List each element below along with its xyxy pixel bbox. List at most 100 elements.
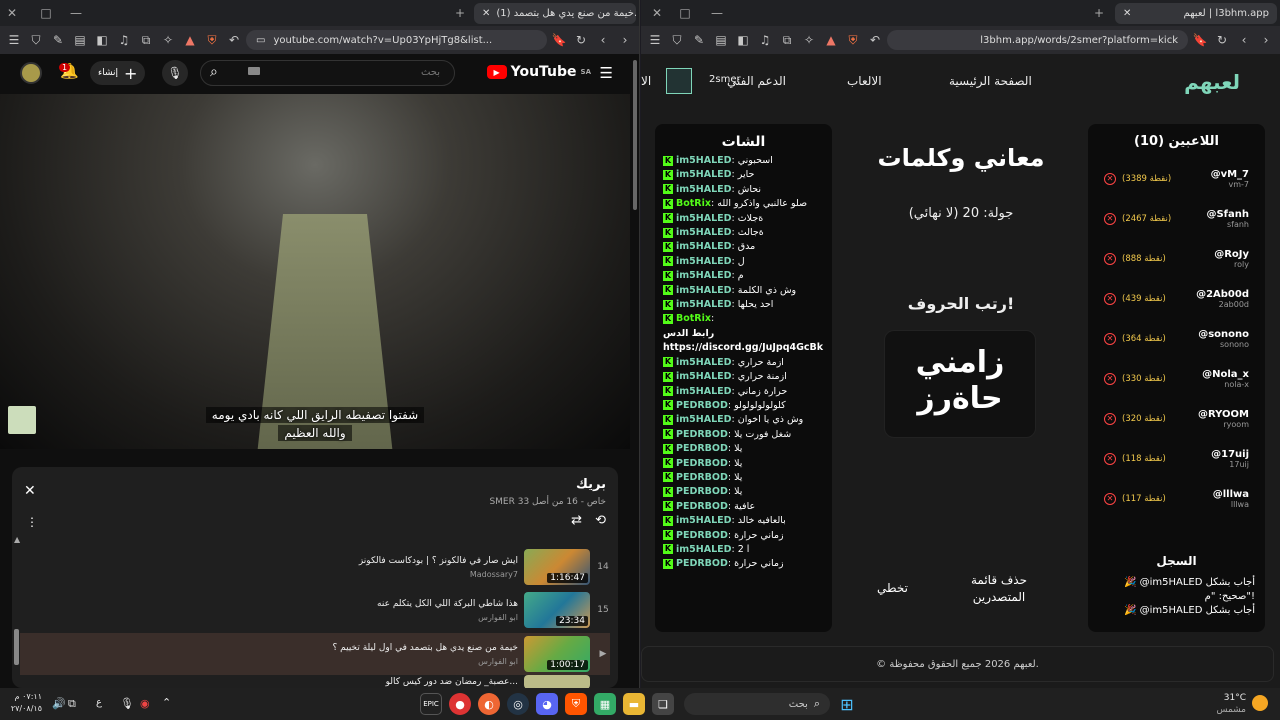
close-window-icon[interactable]: ✕ bbox=[645, 6, 669, 20]
shield-icon[interactable]: ⛉ bbox=[667, 30, 687, 50]
brave-shield-icon[interactable]: ⛨ bbox=[202, 30, 222, 50]
remove-player-icon[interactable]: ✕ bbox=[1104, 493, 1116, 505]
remove-player-icon[interactable]: ✕ bbox=[1104, 173, 1116, 185]
chat-username[interactable]: PEDRBOD bbox=[676, 458, 728, 469]
reader-icon[interactable]: ▤ bbox=[711, 30, 731, 50]
create-button[interactable]: إنشاء + bbox=[90, 61, 146, 85]
bookmark-icon[interactable]: 🔖 bbox=[1190, 30, 1210, 50]
sidebar-icon[interactable]: ◧ bbox=[92, 30, 112, 50]
weather-widget[interactable]: 31°C مشمس bbox=[1212, 692, 1246, 716]
chat-username[interactable]: im5HALED bbox=[676, 213, 732, 224]
list-item[interactable]: هذا شاطي البركة اللي الكل يتكلم عنه ابو ا… bbox=[20, 590, 610, 630]
remove-player-icon[interactable]: ✕ bbox=[1104, 213, 1116, 225]
menu-icon[interactable]: ☰ bbox=[645, 30, 665, 50]
tray-overflow-icon[interactable]: ⌃ bbox=[162, 696, 171, 709]
sidebar-icon[interactable]: ◧ bbox=[733, 30, 753, 50]
playlist-scroll-up-icon[interactable]: ▲ bbox=[14, 535, 20, 544]
remove-player-icon[interactable]: ✕ bbox=[1104, 253, 1116, 265]
screenshot-icon[interactable]: ⧉ bbox=[136, 30, 156, 50]
maximize-icon[interactable]: □ bbox=[673, 6, 697, 20]
chat-username[interactable]: im5HALED bbox=[676, 299, 732, 310]
loop-icon[interactable]: ⟲ bbox=[595, 513, 606, 528]
chat-username[interactable]: im5HALED bbox=[676, 371, 732, 382]
triangle-icon[interactable]: ▲ bbox=[821, 30, 841, 50]
chat-username[interactable]: PEDRBOD bbox=[676, 558, 728, 569]
avatar[interactable] bbox=[20, 62, 42, 84]
close-tab-icon[interactable]: ✕ bbox=[1123, 8, 1131, 19]
nav-games-link[interactable]: الالعاب bbox=[847, 74, 882, 88]
taskbar-search[interactable]: بحث ⌕ bbox=[684, 693, 830, 715]
skip-button[interactable]: تخطي bbox=[877, 580, 908, 597]
network-icon[interactable]: ⧉ bbox=[68, 697, 76, 711]
remove-player-icon[interactable]: ✕ bbox=[1104, 413, 1116, 425]
remove-player-icon[interactable]: ✕ bbox=[1104, 293, 1116, 305]
steam-icon[interactable]: ◎ bbox=[507, 693, 529, 715]
firefox-icon[interactable]: ◐ bbox=[478, 693, 500, 715]
chat-username[interactable]: im5HALED bbox=[676, 285, 732, 296]
brave-icon[interactable]: ⛨ bbox=[565, 693, 587, 715]
chat-username[interactable]: im5HALED bbox=[676, 155, 732, 166]
new-tab-icon[interactable]: + bbox=[1087, 6, 1111, 20]
chat-username[interactable]: im5HALED bbox=[676, 241, 732, 252]
chrome-icon[interactable]: ● bbox=[449, 693, 471, 715]
file-explorer-icon[interactable]: ▬ bbox=[623, 693, 645, 715]
extension-icon[interactable]: ✧ bbox=[799, 30, 819, 50]
discord-icon[interactable]: ◕ bbox=[536, 693, 558, 715]
chat-username[interactable]: im5HALED bbox=[676, 357, 732, 368]
back-icon[interactable]: ‹ bbox=[593, 30, 613, 50]
shuffle-icon[interactable]: ⇄ bbox=[571, 513, 582, 528]
close-window-icon[interactable]: ✕ bbox=[0, 6, 24, 20]
nav-home-link[interactable]: الصفحة الرئيسية bbox=[949, 74, 1032, 88]
tab-l3bhm[interactable]: ✕ لعبهم | l3bhm.app bbox=[1115, 3, 1277, 24]
remove-player-icon[interactable]: ✕ bbox=[1104, 453, 1116, 465]
store-icon[interactable]: ▦ bbox=[594, 693, 616, 715]
chat-username[interactable]: BotRix bbox=[676, 313, 711, 324]
forward-icon[interactable]: › bbox=[615, 30, 635, 50]
playlist-scrollbar[interactable] bbox=[14, 629, 19, 665]
minimize-icon[interactable]: — bbox=[64, 6, 88, 20]
chat-username[interactable]: im5HALED bbox=[676, 515, 732, 526]
chat-username[interactable]: im5HALED bbox=[676, 544, 732, 555]
chat-username[interactable]: im5HALED bbox=[676, 386, 732, 397]
mic-icon[interactable]: 🎙 bbox=[162, 60, 188, 86]
task-view-icon[interactable]: ❏ bbox=[652, 693, 674, 715]
delete-leaderboard-button[interactable]: حذف قائمة المتصدرين bbox=[959, 572, 1039, 606]
tab-youtube[interactable]: ✕ (1) خيمة من صنع يدي هل بتصمد... bbox=[474, 3, 636, 24]
search-input[interactable]: بحث bbox=[200, 60, 455, 86]
address-bar[interactable]: l3bhm.app/words/2smer?platform=kick bbox=[887, 30, 1188, 50]
bookmark-icon[interactable]: 🔖 bbox=[549, 30, 569, 50]
keyboard-icon[interactable] bbox=[248, 67, 260, 75]
chat-username[interactable]: PEDRBOD bbox=[676, 501, 728, 512]
music-icon[interactable]: ♫ bbox=[755, 30, 775, 50]
nav-username[interactable]: 2smer bbox=[709, 74, 741, 85]
extension-icon[interactable]: ✧ bbox=[158, 30, 178, 50]
close-tab-icon[interactable]: ✕ bbox=[482, 8, 490, 19]
volume-icon[interactable]: 🔊 bbox=[52, 697, 66, 710]
pen-icon[interactable]: ✎ bbox=[48, 30, 68, 50]
chat-username[interactable]: im5HALED bbox=[676, 184, 732, 195]
remove-player-icon[interactable]: ✕ bbox=[1104, 333, 1116, 345]
remove-player-icon[interactable]: ✕ bbox=[1104, 373, 1116, 385]
reload-icon[interactable]: ↻ bbox=[571, 30, 591, 50]
music-icon[interactable]: ♫ bbox=[114, 30, 134, 50]
back-arrow-icon[interactable]: ↶ bbox=[224, 30, 244, 50]
forward-icon[interactable]: › bbox=[1256, 30, 1276, 50]
minimize-icon[interactable]: — bbox=[705, 6, 729, 20]
youtube-logo[interactable]: ▶ YouTube SA bbox=[486, 64, 591, 80]
back-icon[interactable]: ‹ bbox=[1234, 30, 1254, 50]
headset-icon[interactable]: ◉ bbox=[140, 697, 150, 710]
chat-username[interactable]: PEDRBOD bbox=[676, 530, 728, 541]
close-playlist-icon[interactable]: ✕ bbox=[24, 483, 36, 499]
reader-icon[interactable]: ▤ bbox=[70, 30, 90, 50]
more-options-icon[interactable]: ⋮ bbox=[26, 515, 38, 529]
chat-username[interactable]: PEDRBOD bbox=[676, 486, 728, 497]
menu-icon[interactable]: ☰ bbox=[4, 30, 24, 50]
chat-username[interactable]: PEDRBOD bbox=[676, 443, 728, 454]
chat-username[interactable]: im5HALED bbox=[676, 169, 732, 180]
clock[interactable]: ٠٧:١١ م ٢٧/٠٨/١٥ bbox=[10, 691, 42, 715]
chat-username[interactable]: im5HALED bbox=[676, 227, 732, 238]
video-player[interactable]: شفتوا تصفيطه الرايق اللي كانه بادي يومه … bbox=[0, 94, 630, 449]
brave-shield-icon[interactable]: ⛨ bbox=[843, 30, 863, 50]
new-tab-icon[interactable]: + bbox=[448, 6, 472, 20]
chat-username[interactable]: PEDRBOD bbox=[676, 429, 728, 440]
